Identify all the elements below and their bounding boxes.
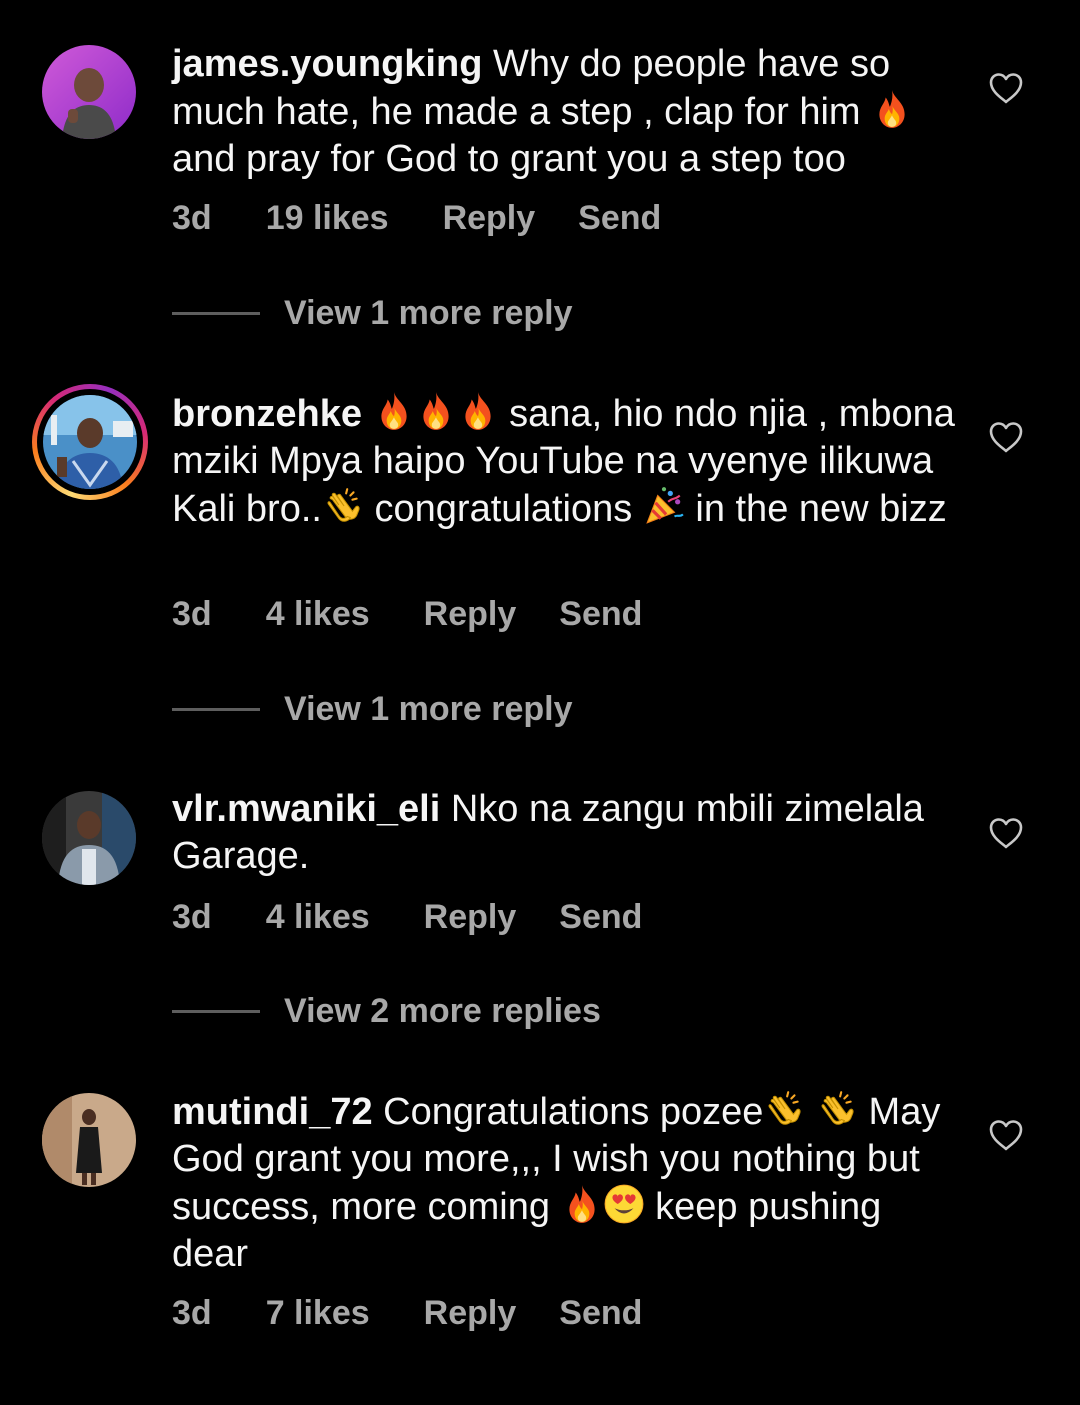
comment-timestamp: 3d bbox=[172, 1293, 212, 1332]
comment-likes[interactable]: 4 likes bbox=[266, 898, 370, 937]
comment-likes[interactable]: 7 likes bbox=[266, 1294, 370, 1333]
divider-line bbox=[172, 707, 260, 711]
view-more-label: View 1 more reply bbox=[284, 689, 573, 728]
view-more-replies[interactable]: View 1 more reply bbox=[172, 291, 573, 335]
comment-likes[interactable]: 4 likes bbox=[266, 595, 370, 634]
comment-body: congratulations bbox=[363, 488, 643, 530]
comment-timestamp: 3d bbox=[172, 198, 212, 237]
comment-username[interactable]: vlr.mwaniki_eli bbox=[172, 788, 440, 830]
like-heart-icon[interactable] bbox=[988, 1119, 1024, 1151]
comment-text: vlr.mwaniki_eli Nko na zangu mbili zimel… bbox=[172, 786, 962, 880]
reply-button[interactable]: Reply bbox=[424, 898, 517, 937]
divider-line bbox=[172, 311, 260, 315]
comment-timestamp: 3d bbox=[172, 594, 212, 633]
comment-username[interactable]: mutindi_72 bbox=[172, 1091, 373, 1133]
comment-text: bronzehke sana, hio ndo njia , mbona mzi… bbox=[172, 390, 962, 533]
comment-body: and pray for God to grant you a step too bbox=[172, 138, 846, 180]
clapping-hands-emoji bbox=[322, 485, 364, 527]
heart-eyes-emoji bbox=[603, 1183, 645, 1225]
view-more-label: View 1 more reply bbox=[284, 293, 573, 332]
send-button[interactable]: Send bbox=[559, 595, 642, 634]
send-button[interactable]: Send bbox=[559, 1294, 642, 1333]
comment-meta: 3d 4 likes Reply Send bbox=[172, 592, 642, 636]
comment-meta: 3d 4 likes Reply Send bbox=[172, 895, 642, 939]
comment-username[interactable]: bronzehke bbox=[172, 393, 362, 435]
clapping-hands-emoji bbox=[763, 1088, 805, 1130]
fire-emoji bbox=[373, 390, 415, 432]
avatar[interactable] bbox=[42, 45, 136, 139]
comment-likes[interactable]: 19 likes bbox=[266, 199, 389, 238]
like-heart-icon[interactable] bbox=[988, 421, 1024, 453]
comment-text: mutindi_72 Congratulations pozee May God… bbox=[172, 1088, 962, 1278]
comment-body: in the new bizz bbox=[684, 488, 947, 530]
fire-emoji bbox=[415, 390, 457, 432]
divider-line bbox=[172, 1009, 260, 1013]
comment-meta: 3d 19 likes Reply Send bbox=[172, 196, 661, 240]
reply-button[interactable]: Reply bbox=[443, 199, 536, 238]
send-button[interactable]: Send bbox=[559, 898, 642, 937]
comment-timestamp: 3d bbox=[172, 897, 212, 936]
reply-button[interactable]: Reply bbox=[424, 595, 517, 634]
comment-body: Congratulations pozee bbox=[372, 1091, 764, 1133]
fire-emoji bbox=[457, 390, 499, 432]
clapping-hands-emoji bbox=[816, 1088, 858, 1130]
fire-emoji bbox=[871, 88, 913, 130]
view-more-replies[interactable]: View 2 more replies bbox=[172, 989, 601, 1033]
avatar[interactable] bbox=[42, 1093, 136, 1187]
reply-button[interactable]: Reply bbox=[424, 1294, 517, 1333]
avatar-story-ring[interactable] bbox=[32, 384, 148, 500]
comment-text: james.youngking Why do people have so mu… bbox=[172, 41, 962, 183]
view-more-label: View 2 more replies bbox=[284, 991, 601, 1030]
avatar bbox=[43, 395, 137, 489]
party-popper-emoji bbox=[643, 485, 685, 527]
view-more-replies[interactable]: View 1 more reply bbox=[172, 687, 573, 731]
avatar[interactable] bbox=[42, 791, 136, 885]
comment-username[interactable]: james.youngking bbox=[172, 43, 482, 85]
comment-meta: 3d 7 likes Reply Send bbox=[172, 1291, 642, 1335]
send-button[interactable]: Send bbox=[578, 199, 661, 238]
fire-emoji bbox=[561, 1183, 603, 1225]
like-heart-icon[interactable] bbox=[988, 72, 1024, 104]
like-heart-icon[interactable] bbox=[988, 817, 1024, 849]
